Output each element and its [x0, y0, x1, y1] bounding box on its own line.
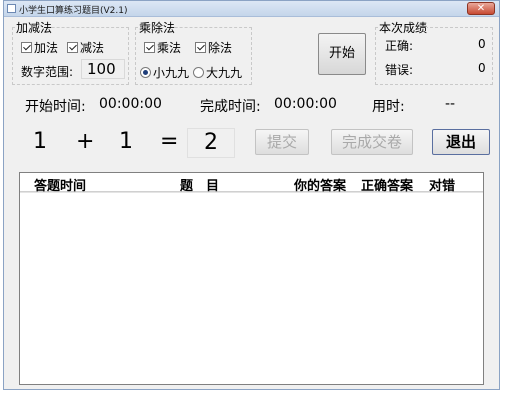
answer-input[interactable]: 2: [187, 128, 235, 158]
results-table[interactable]: 答题时间 题 目 你的答案 正确答案 对错: [19, 172, 484, 385]
checkbox-checked-icon: [195, 42, 206, 53]
small-table-label: 小九九: [153, 66, 190, 80]
addition-checkbox[interactable]: 加法: [21, 39, 58, 56]
multiplication-checkbox[interactable]: 乘法: [144, 39, 181, 56]
table-header: 答题时间 题 目 你的答案 正确答案 对错: [20, 173, 483, 194]
division-label: 除法: [208, 41, 233, 55]
elapsed-label: 用时:: [372, 99, 405, 115]
checkbox-checked-icon: [144, 42, 155, 53]
finish-time-value: 00:00:00: [274, 96, 337, 112]
add-sub-group-title: 加减法: [16, 21, 53, 35]
app-window: 小学生口算练习题目(V2.1) ✕ 加减法 加法 减法 数字范围: 100 乘除…: [3, 0, 500, 390]
operator: +: [76, 129, 95, 154]
title-bar[interactable]: 小学生口算练习题目(V2.1) ✕: [4, 1, 499, 17]
checkbox-checked-icon: [21, 42, 32, 53]
radio-unselected-icon: [193, 67, 204, 78]
number-range-input[interactable]: 100: [81, 59, 125, 79]
wrong-label: 错误:: [385, 63, 414, 77]
window-title: 小学生口算练习题目(V2.1): [19, 6, 128, 16]
big-table-label: 大九九: [206, 66, 243, 80]
range-label: 数字范围:: [21, 65, 74, 79]
division-checkbox[interactable]: 除法: [195, 39, 232, 56]
operand-1: 1: [33, 129, 47, 154]
equals-sign: =: [160, 129, 179, 154]
exit-button[interactable]: 退出: [432, 129, 490, 155]
addition-label: 加法: [34, 41, 59, 55]
submit-button[interactable]: 提交: [255, 129, 309, 155]
close-button[interactable]: ✕: [467, 2, 495, 15]
small-table-radio[interactable]: 小九九: [140, 64, 189, 81]
start-button[interactable]: 开始: [318, 33, 366, 75]
elapsed-value: --: [445, 96, 456, 112]
app-icon: [7, 4, 16, 13]
wrong-value: 0: [478, 61, 486, 75]
start-time-label: 开始时间:: [25, 99, 86, 115]
finish-exam-button[interactable]: 完成交卷: [331, 129, 413, 155]
mul-div-group-title: 乘除法: [139, 21, 176, 35]
subtraction-checkbox[interactable]: 减法: [67, 39, 104, 56]
checkbox-checked-icon: [67, 42, 78, 53]
radio-selected-icon: [140, 67, 151, 78]
table-divider: [20, 192, 483, 193]
multiplication-label: 乘法: [157, 41, 182, 55]
big-table-radio[interactable]: 大九九: [193, 64, 242, 81]
start-time-value: 00:00:00: [99, 96, 162, 112]
score-group-title: 本次成绩: [379, 21, 428, 35]
subtraction-label: 减法: [80, 41, 105, 55]
correct-value: 0: [478, 37, 486, 51]
operand-2: 1: [119, 129, 133, 154]
finish-time-label: 完成时间:: [200, 99, 261, 115]
correct-label: 正确:: [385, 39, 414, 53]
